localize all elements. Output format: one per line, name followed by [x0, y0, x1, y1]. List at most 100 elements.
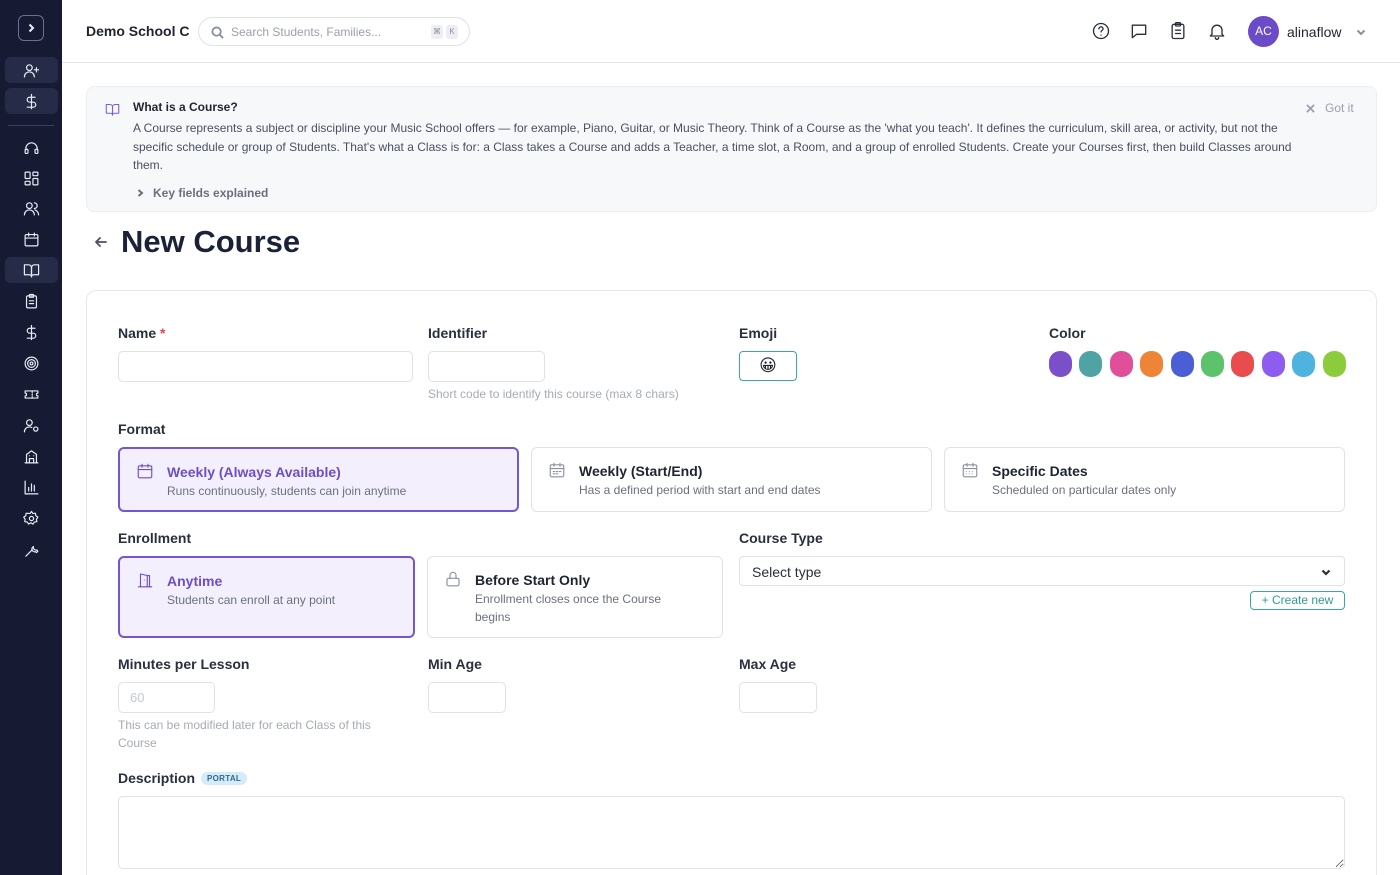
banner-title: What is a Course?: [133, 100, 238, 114]
color-swatch[interactable]: [1140, 351, 1164, 377]
identifier-input[interactable]: [428, 351, 545, 382]
format-option-title: Specific Dates: [992, 463, 1088, 479]
dollar-icon: [26, 93, 37, 109]
format-option-desc: Has a defined period with start and end …: [579, 483, 821, 497]
color-swatch[interactable]: [1049, 351, 1072, 377]
top-bar: Demo School C ⌘ K AC alinaflow: [62, 0, 1400, 63]
emoji-label: Emoji: [739, 325, 778, 341]
sidebar-item-events[interactable]: [5, 381, 58, 407]
color-swatch[interactable]: [1109, 351, 1133, 377]
enrollment-option-before-start[interactable]: Before Start Only Enrollment closes once…: [427, 556, 723, 638]
dollar-icon: [26, 324, 37, 340]
settings-gear-icon: [23, 510, 39, 525]
sidebar-item-goals[interactable]: [5, 350, 58, 376]
color-label: Color: [1049, 325, 1086, 341]
sidebar-item-locations[interactable]: [5, 443, 58, 469]
sidebar: [0, 0, 62, 875]
back-button[interactable]: [93, 234, 109, 250]
sidebar-item-tools[interactable]: [5, 537, 58, 563]
dismiss-label: Got it: [1325, 101, 1354, 115]
arrow-left-icon: [95, 237, 107, 247]
notifications-button[interactable]: [1207, 21, 1227, 41]
color-swatch[interactable]: [1170, 351, 1194, 377]
add-payment-button[interactable]: [5, 88, 58, 114]
color-swatch[interactable]: [1261, 351, 1285, 377]
format-option-title: Weekly (Always Available): [167, 464, 341, 480]
clipboard-icon: [25, 293, 38, 308]
format-option-weekly-start-end[interactable]: Weekly (Start/End) Has a defined period …: [531, 447, 932, 512]
sidebar-item-courses[interactable]: [5, 257, 58, 283]
chevron-right-icon: [137, 189, 144, 197]
school-name[interactable]: Demo School C: [86, 23, 189, 39]
color-swatch[interactable]: [1322, 351, 1346, 377]
color-swatch[interactable]: [1201, 351, 1224, 377]
sidebar-item-staff[interactable]: [5, 412, 58, 438]
format-option-desc: Scheduled on particular dates only: [992, 483, 1177, 497]
sidebar-item-support[interactable]: [5, 135, 58, 161]
key-fields-toggle[interactable]: Key fields explained: [135, 186, 268, 200]
bell-icon: [1209, 24, 1225, 40]
calendar-dates-icon: [961, 461, 979, 479]
dismiss-banner-button[interactable]: Got it: [1306, 101, 1354, 115]
bar-chart-icon: [24, 480, 39, 494]
format-label: Format: [118, 421, 166, 437]
sidebar-toggle-button[interactable]: [18, 15, 44, 41]
messages-button[interactable]: [1129, 21, 1149, 41]
format-option-title: Weekly (Start/End): [579, 463, 703, 479]
sidebar-item-people[interactable]: [5, 195, 58, 221]
user-menu-toggle[interactable]: [1355, 25, 1367, 37]
search-icon: [211, 26, 224, 39]
emoji-picker-button[interactable]: 😀: [739, 351, 797, 381]
description-label: Description: [118, 770, 196, 786]
help-button[interactable]: [1091, 21, 1111, 41]
max-age-label: Max Age: [739, 656, 797, 672]
lock-icon: [444, 570, 462, 588]
name-input[interactable]: [118, 351, 413, 382]
tasks-button[interactable]: [1168, 21, 1188, 41]
create-course-type-button[interactable]: + Create new: [1250, 591, 1345, 610]
enrollment-option-anytime[interactable]: Anytime Students can enroll at any point: [118, 556, 415, 638]
color-swatch[interactable]: [1231, 351, 1255, 377]
identifier-label: Identifier: [428, 325, 488, 341]
format-option-weekly-always[interactable]: Weekly (Always Available) Runs continuou…: [118, 447, 519, 512]
minutes-label: Minutes per Lesson: [118, 656, 250, 672]
door-open-icon: [136, 571, 154, 589]
users-icon: [23, 201, 40, 215]
user-cog-icon: [23, 418, 39, 432]
sidebar-item-billing[interactable]: [5, 319, 58, 345]
max-age-input[interactable]: [739, 682, 817, 713]
headset-icon: [24, 141, 39, 154]
search-input[interactable]: [231, 24, 421, 40]
min-age-input[interactable]: [428, 682, 506, 713]
color-swatch[interactable]: [1292, 351, 1316, 377]
enrollment-option-desc: Students can enroll at any point: [167, 593, 336, 607]
minutes-input[interactable]: [118, 682, 215, 713]
sidebar-item-calendar[interactable]: [5, 226, 58, 252]
chevron-down-icon: [1321, 569, 1331, 576]
color-swatch[interactable]: [1079, 351, 1103, 377]
wrench-icon: [25, 545, 39, 557]
banner-body: A Course represents a subject or discipl…: [133, 121, 1292, 172]
sidebar-item-dashboard[interactable]: [5, 165, 58, 191]
add-student-button[interactable]: [5, 57, 58, 83]
key-fields-label: Key fields explained: [153, 186, 269, 200]
shortcut-key-cmd: ⌘: [431, 25, 443, 39]
calendar-range-icon: [548, 461, 566, 479]
avatar[interactable]: AC: [1248, 16, 1279, 47]
book-open-icon: [23, 263, 40, 277]
info-banner: What is a Course? A Course represents a …: [86, 86, 1377, 212]
sidebar-item-settings[interactable]: [5, 505, 58, 531]
calendar-icon: [24, 232, 39, 246]
ticket-icon: [24, 389, 39, 399]
course-type-select[interactable]: Select type: [739, 556, 1345, 586]
search-bar[interactable]: ⌘ K: [198, 17, 470, 46]
format-option-specific-dates[interactable]: Specific Dates Scheduled on particular d…: [944, 447, 1345, 512]
minutes-hint: This can be modified later for each Clas…: [118, 718, 371, 750]
course-type-label: Course Type: [739, 530, 823, 546]
chat-icon: [1131, 24, 1147, 39]
sidebar-item-reports[interactable]: [5, 474, 58, 500]
sidebar-item-attendance[interactable]: [5, 288, 58, 314]
min-age-label: Min Age: [428, 656, 482, 672]
description-textarea[interactable]: [118, 796, 1345, 869]
user-name[interactable]: alinaflow: [1287, 24, 1341, 40]
